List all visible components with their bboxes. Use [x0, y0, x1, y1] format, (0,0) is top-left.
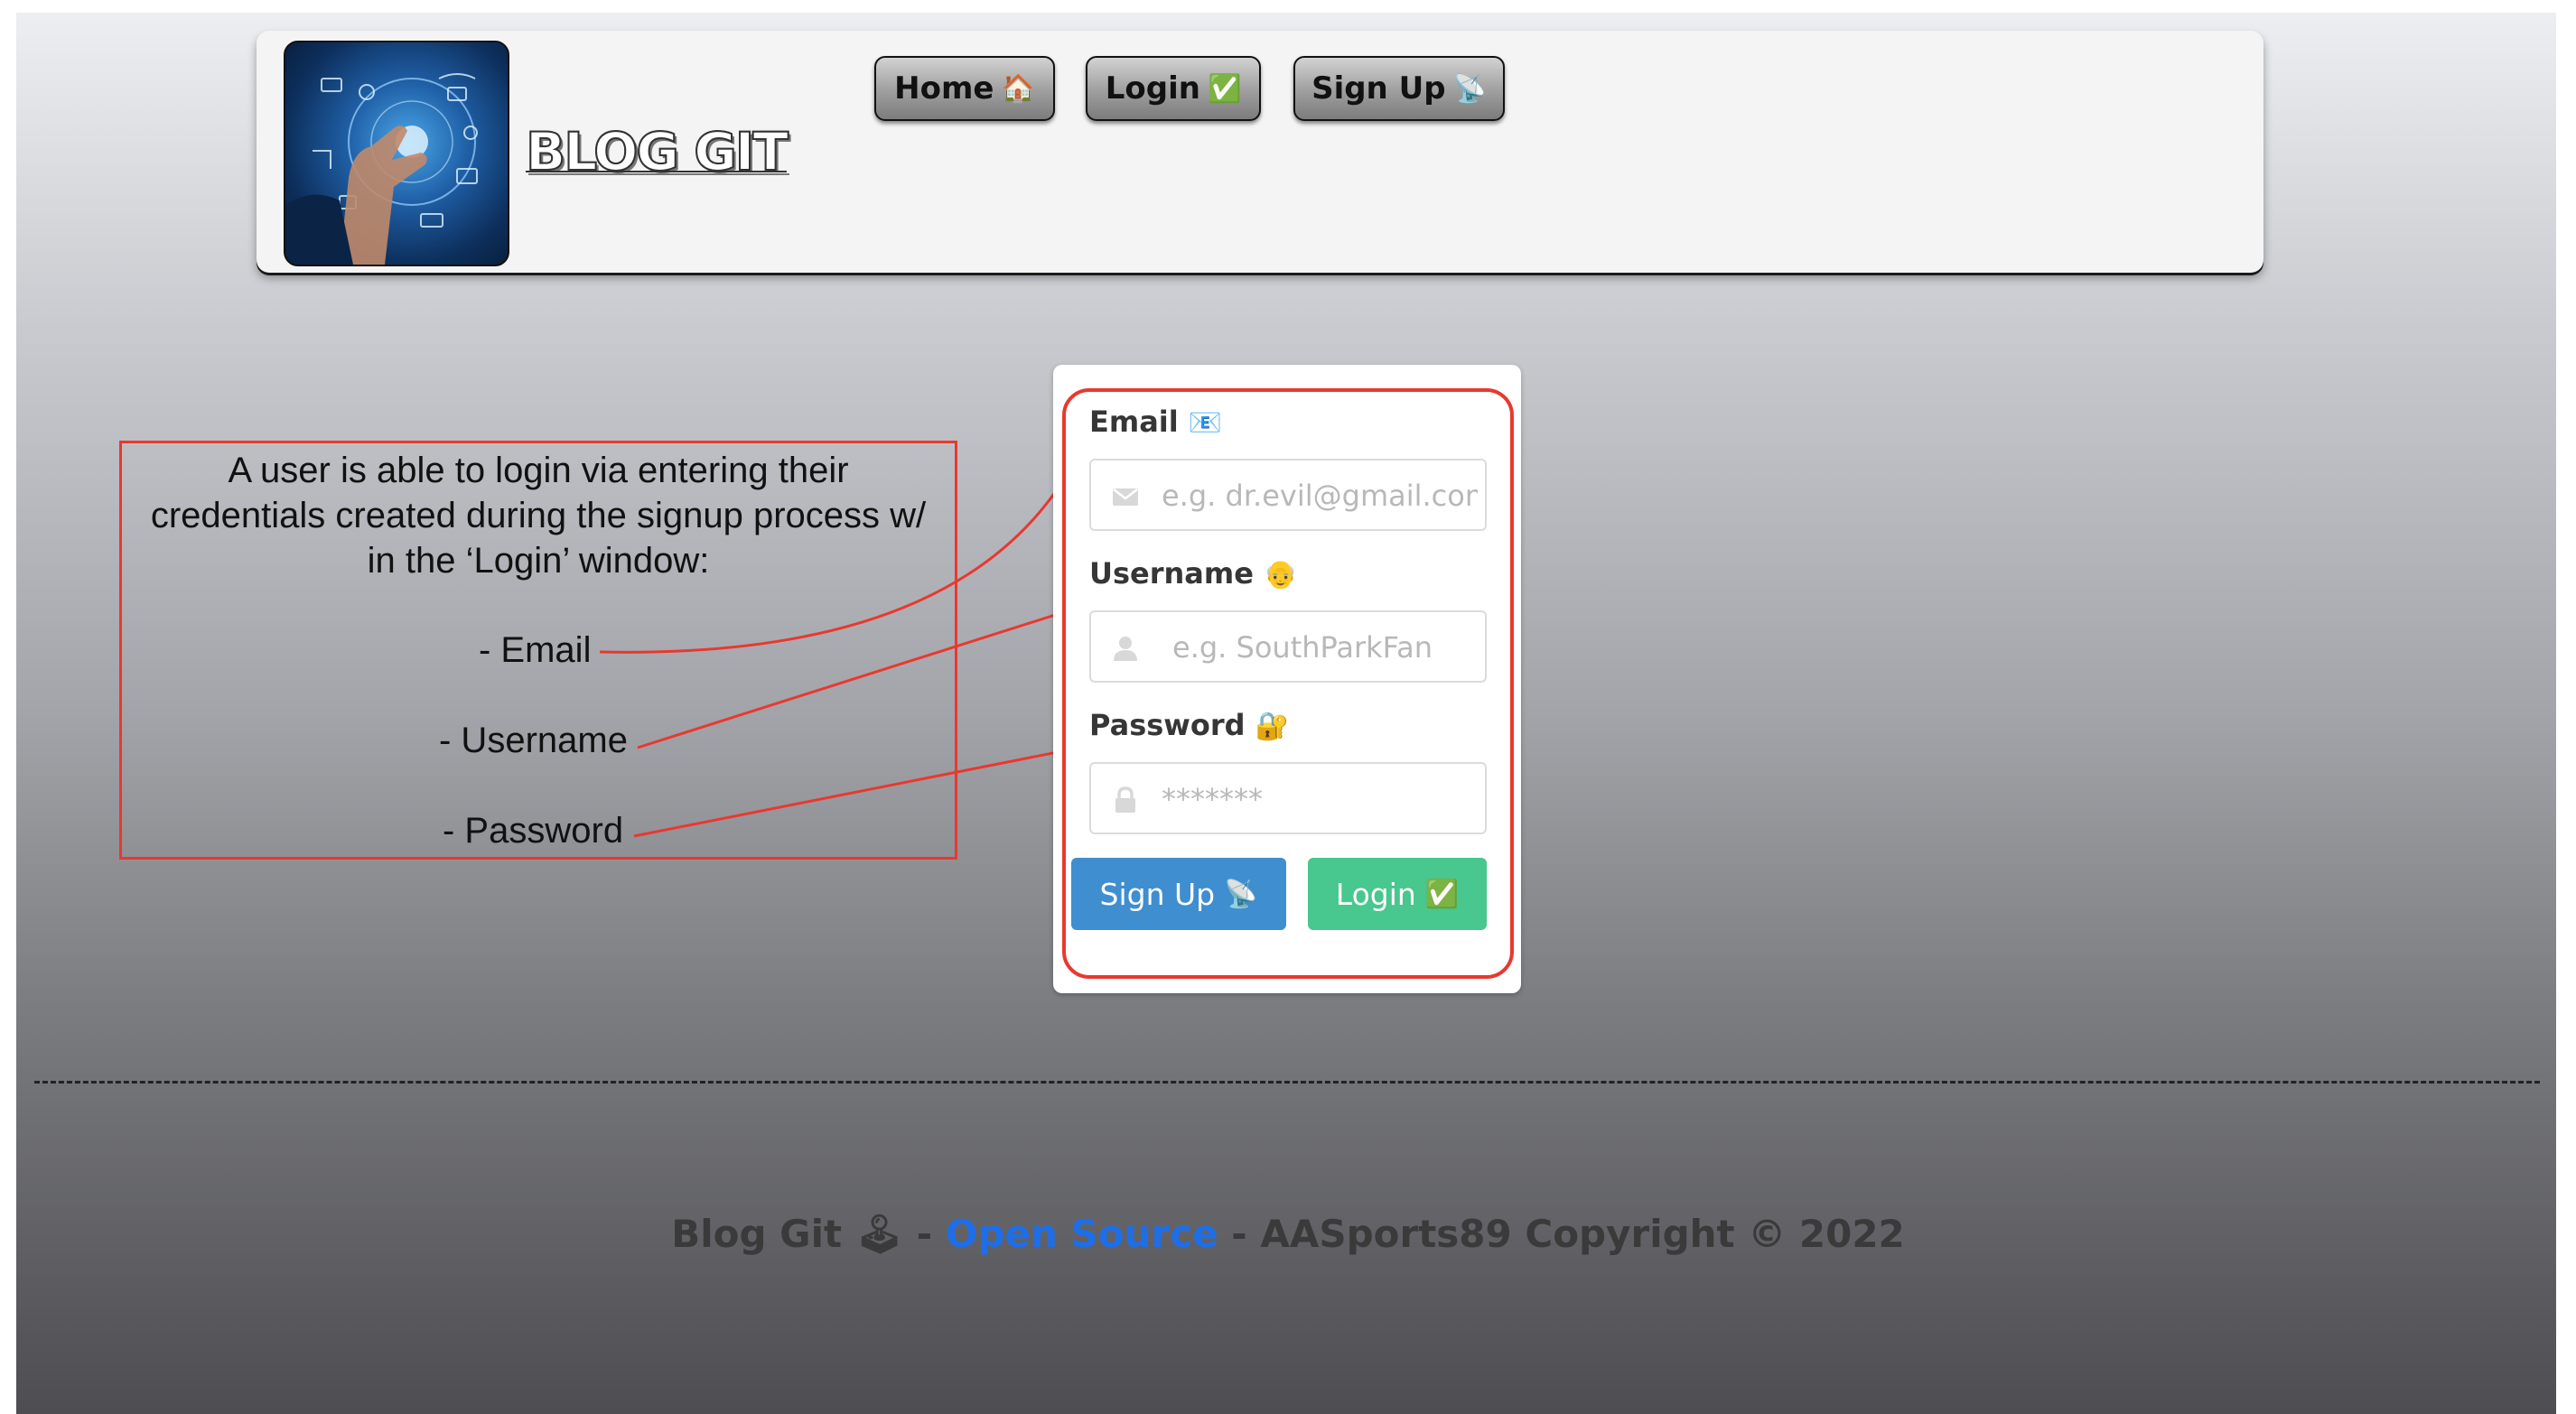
- open-source-link[interactable]: Open Source: [946, 1212, 1218, 1256]
- password-input[interactable]: [1160, 771, 1479, 827]
- nav-login-button[interactable]: Login ✅: [1086, 56, 1261, 121]
- footer-brand: Blog Git: [671, 1212, 843, 1256]
- email-label: Email 📧: [1089, 405, 1222, 439]
- site-logo-text[interactable]: BLOG GIT: [525, 120, 789, 183]
- footer: Blog Git 🕹 - Open Source - AASports89 Co…: [0, 1212, 2576, 1257]
- footer-separator: -: [903, 1212, 946, 1256]
- satellite-icon: 📡: [1452, 72, 1487, 105]
- user-icon: [1114, 637, 1137, 661]
- footer-copyright: AASports89 Copyright © 2022: [1260, 1212, 1905, 1256]
- logo-image[interactable]: [284, 41, 509, 266]
- annotation-item-email: - Email: [479, 630, 592, 670]
- email-label-text: Email: [1089, 405, 1179, 439]
- email-field[interactable]: [1089, 459, 1487, 531]
- annotation-item-password: - Password: [443, 811, 624, 851]
- old-man-emoji-icon: 👴: [1264, 559, 1298, 591]
- annotation-line-1: A user is able to login via entering the…: [228, 451, 849, 490]
- footer-separator: -: [1218, 1212, 1261, 1256]
- satellite-icon: 📡: [1224, 878, 1258, 910]
- annotation-description: A user is able to login via entering the…: [122, 448, 955, 583]
- login-button-label: Login: [1335, 876, 1416, 912]
- username-label-text: Username: [1089, 556, 1254, 591]
- joystick-icon: 🕹: [854, 1212, 904, 1256]
- nav-signup-button[interactable]: Sign Up 📡: [1293, 56, 1505, 121]
- email-input[interactable]: [1160, 468, 1479, 524]
- login-button[interactable]: Login ✅: [1308, 858, 1487, 930]
- password-label: Password 🔐: [1089, 708, 1289, 742]
- check-mark-icon: ✅: [1207, 72, 1242, 105]
- annotation-line-3: in the ‘Login’ window:: [367, 541, 710, 581]
- check-mark-icon: ✅: [1424, 878, 1460, 910]
- annotation-line-2: credentials created during the signup pr…: [150, 496, 927, 535]
- password-field[interactable]: [1089, 762, 1487, 834]
- footer-divider: [34, 1081, 2540, 1084]
- username-input[interactable]: [1171, 619, 1490, 675]
- username-label: Username 👴: [1089, 556, 1297, 591]
- signup-button-label: Sign Up: [1099, 876, 1216, 912]
- annotation-item-username: - Username: [439, 721, 628, 760]
- envelope-emoji-icon: 📧: [1188, 407, 1223, 439]
- nav-home-button[interactable]: Home 🏠: [874, 56, 1055, 121]
- signup-button[interactable]: Sign Up 📡: [1071, 858, 1286, 930]
- username-field[interactable]: [1089, 610, 1490, 683]
- nav-home-label: Home: [894, 70, 994, 107]
- locked-key-emoji-icon: 🔐: [1255, 711, 1290, 742]
- nav-login-label: Login: [1105, 70, 1200, 107]
- lock-icon: [1115, 786, 1135, 813]
- nav-signup-label: Sign Up: [1311, 70, 1446, 107]
- password-label-text: Password: [1089, 708, 1246, 742]
- house-icon: 🏠: [1001, 72, 1035, 105]
- envelope-icon: [1113, 488, 1138, 506]
